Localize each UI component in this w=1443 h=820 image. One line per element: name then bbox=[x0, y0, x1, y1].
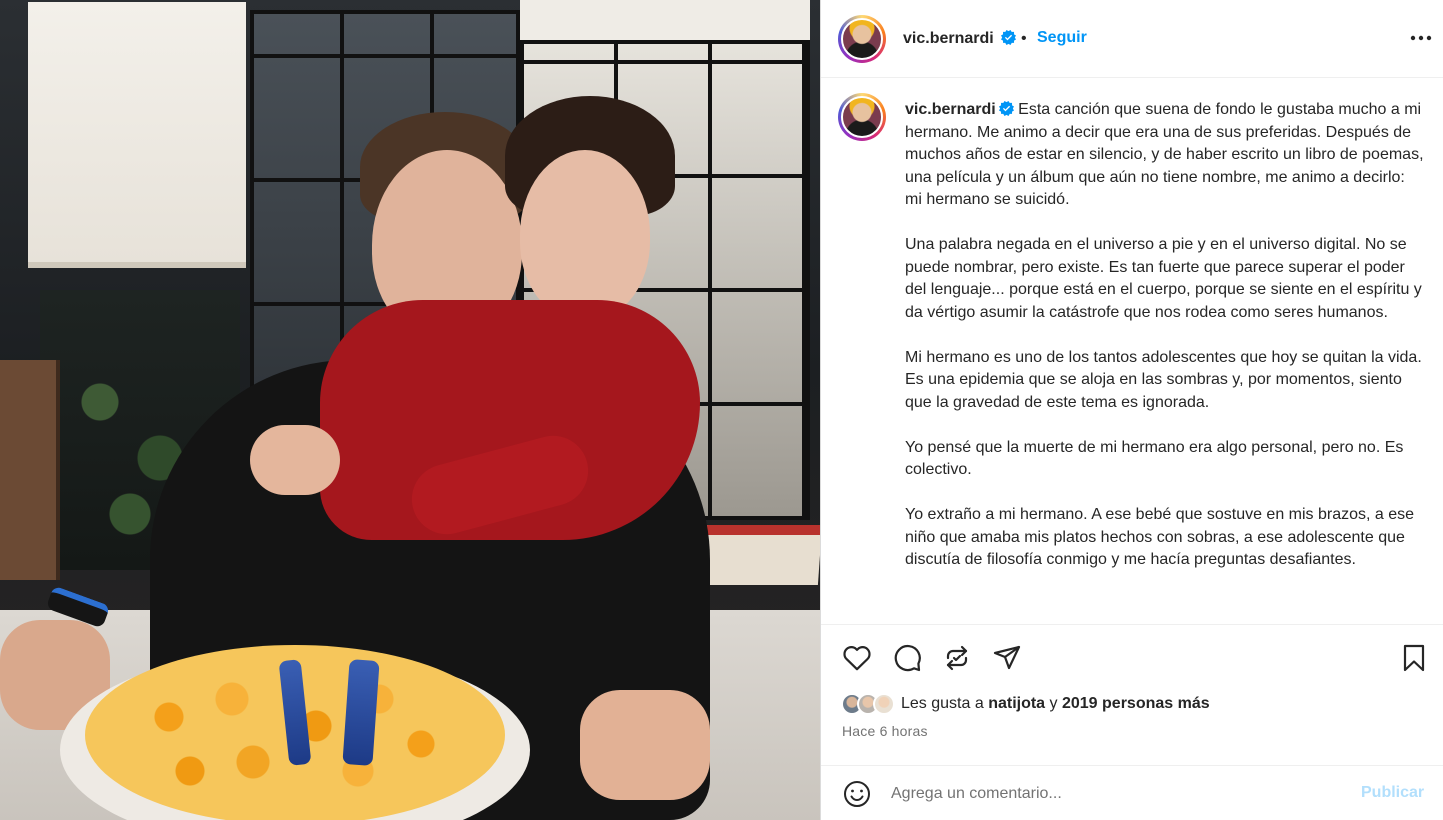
verified-badge-icon bbox=[998, 101, 1014, 116]
hand bbox=[580, 690, 710, 800]
post-photo[interactable] bbox=[0, 0, 820, 820]
follow-button[interactable]: Seguir bbox=[1037, 29, 1087, 47]
bookmark-icon[interactable] bbox=[1398, 642, 1430, 674]
likes-prefix: Les gusta a bbox=[901, 695, 984, 712]
verified-badge-icon bbox=[1001, 30, 1017, 45]
hand bbox=[250, 425, 340, 495]
caption-paragraph: Yo pensé que la muerte de mi hermano era… bbox=[905, 438, 1404, 479]
likes-connector: y bbox=[1049, 695, 1058, 712]
caption-username[interactable]: vic.bernardi bbox=[905, 101, 1014, 118]
header-username[interactable]: vic.bernardi bbox=[903, 30, 1017, 48]
avatar[interactable] bbox=[838, 15, 886, 63]
caption-paragraph: Yo extraño a mi hermano. A ese bebé que … bbox=[905, 506, 1415, 568]
post-side-panel: vic.bernardi • Seguir vic.bernardi Esta … bbox=[820, 0, 1443, 820]
liker-username[interactable]: natijota bbox=[988, 695, 1045, 712]
publish-button[interactable]: Publicar bbox=[1361, 784, 1424, 802]
post-time[interactable]: Hace 6 horas bbox=[842, 723, 928, 739]
caption-area: vic.bernardi Esta canción que suena de f… bbox=[821, 79, 1443, 624]
more-options-icon[interactable] bbox=[1408, 27, 1434, 49]
likes-summary: Les gusta a natijota y 2019 personas más bbox=[841, 691, 1210, 717]
caption-paragraph: Una palabra negada en el universo a pie … bbox=[905, 236, 1422, 321]
likes-text: Les gusta a natijota y 2019 personas más bbox=[901, 695, 1210, 713]
emoji-icon[interactable] bbox=[841, 778, 873, 810]
caption-text: vic.bernardi Esta canción que suena de f… bbox=[905, 99, 1425, 594]
face bbox=[520, 150, 650, 320]
comment-input[interactable] bbox=[891, 778, 1341, 810]
post-actions: Les gusta a natijota y 2019 personas más… bbox=[821, 624, 1443, 820]
comment-bubble-icon[interactable] bbox=[891, 642, 923, 674]
avatar[interactable] bbox=[873, 693, 895, 715]
comment-bar: Publicar bbox=[821, 765, 1443, 820]
post-header: vic.bernardi • Seguir bbox=[821, 0, 1443, 78]
cookbook bbox=[702, 525, 820, 585]
repost-icon[interactable] bbox=[941, 642, 973, 674]
shelf bbox=[0, 360, 60, 580]
heart-icon[interactable] bbox=[841, 642, 873, 674]
separator-dot: • bbox=[1021, 30, 1027, 47]
caption-paragraph: Mi hermano es uno de los tantos adolesce… bbox=[905, 348, 1422, 411]
send-icon[interactable] bbox=[991, 642, 1023, 674]
likes-count-link[interactable]: 2019 personas más bbox=[1062, 695, 1210, 712]
window-blind bbox=[28, 2, 246, 268]
avatar[interactable] bbox=[838, 93, 886, 141]
